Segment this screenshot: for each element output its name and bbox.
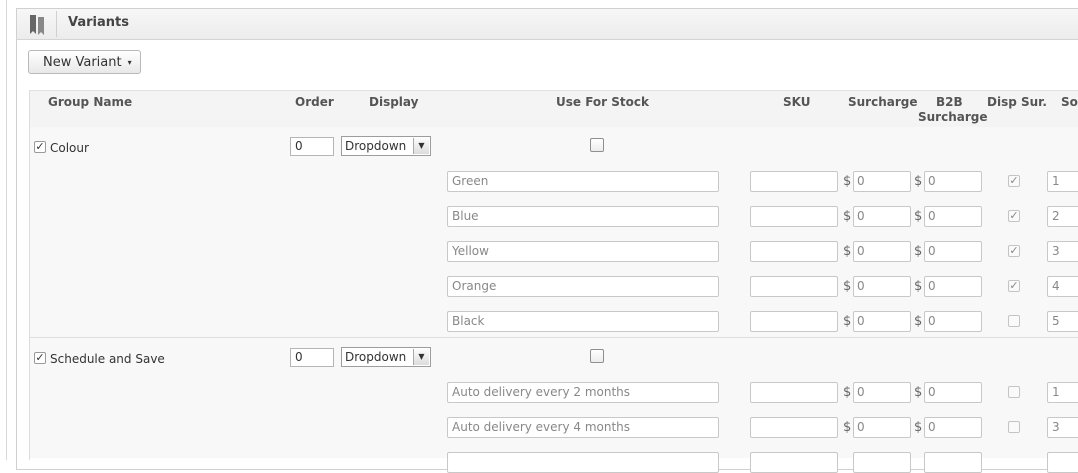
currency-symbol: $ (843, 314, 852, 329)
col-sort: Sor (1061, 95, 1078, 109)
b2b-surcharge-input[interactable]: 0 (924, 417, 982, 438)
disp-sur-checkbox[interactable] (1008, 386, 1020, 398)
bookmark-icon (30, 15, 44, 35)
surcharge-input[interactable]: 0 (853, 206, 911, 227)
surcharge-input[interactable]: 0 (853, 311, 911, 332)
sku-input[interactable] (750, 382, 838, 403)
col-use-for-stock: Use For Stock (556, 95, 649, 109)
variant-name-input[interactable]: Yellow (447, 241, 719, 262)
display-select[interactable]: Dropdown ▼ (341, 347, 431, 367)
currency-symbol: $ (843, 279, 852, 294)
surcharge-input[interactable]: 0 (853, 417, 911, 438)
currency-symbol: $ (914, 209, 923, 224)
use-for-stock-checkbox[interactable] (590, 138, 604, 152)
variant-name-input[interactable] (447, 452, 719, 473)
chevron-down-icon: ▼ (413, 349, 429, 365)
b2b-surcharge-input[interactable]: 0 (924, 382, 982, 403)
order-input[interactable]: 0 (290, 348, 334, 367)
surcharge-input[interactable]: 0 (853, 171, 911, 192)
order-input[interactable]: 0 (290, 137, 334, 156)
col-disp-sur: Disp Sur. (987, 95, 1047, 109)
header-divider (56, 11, 57, 37)
col-b2b-line2: Surcharge (918, 110, 988, 124)
sort-input[interactable]: 1 (1047, 171, 1078, 192)
display-select[interactable]: Dropdown ▼ (341, 136, 431, 156)
panel-header (17, 9, 1078, 40)
currency-symbol: $ (914, 244, 923, 259)
sort-input[interactable] (1047, 452, 1078, 473)
panel-title: Variants (68, 15, 129, 30)
sort-input[interactable]: 4 (1047, 276, 1078, 297)
sku-input[interactable] (750, 417, 838, 438)
currency-symbol: $ (843, 174, 852, 189)
disp-sur-checkbox[interactable]: ✓ (1008, 245, 1020, 257)
group-name: Colour (50, 141, 89, 155)
col-sku: SKU (783, 95, 811, 109)
col-surcharge: Surcharge (848, 95, 918, 109)
display-select-value: Dropdown (345, 350, 407, 364)
variant-name-input[interactable]: Blue (447, 206, 719, 227)
group-name: Schedule and Save (50, 352, 165, 366)
disp-sur-checkbox[interactable]: ✓ (1008, 280, 1020, 292)
chevron-down-icon: ▾ (127, 57, 132, 67)
variant-name-input[interactable]: Auto delivery every 4 months (447, 417, 719, 438)
currency-symbol: $ (914, 174, 923, 189)
currency-symbol: $ (843, 209, 852, 224)
currency-symbol: $ (843, 244, 852, 259)
currency-symbol: $ (914, 314, 923, 329)
b2b-surcharge-input[interactable]: 0 (924, 206, 982, 227)
col-display: Display (369, 95, 419, 109)
sort-input[interactable]: 3 (1047, 241, 1078, 262)
sort-input[interactable]: 2 (1047, 206, 1078, 227)
currency-symbol: $ (914, 279, 923, 294)
currency-symbol: $ (843, 420, 852, 435)
table-left-border (29, 90, 30, 460)
surcharge-input[interactable]: 0 (853, 382, 911, 403)
display-select-value: Dropdown (345, 139, 407, 153)
b2b-surcharge-input[interactable]: 0 (924, 241, 982, 262)
surcharge-input[interactable] (853, 452, 911, 473)
b2b-surcharge-input[interactable]: 0 (924, 276, 982, 297)
sku-input[interactable] (750, 241, 838, 262)
sort-input[interactable]: 5 (1047, 311, 1078, 332)
group-colour (29, 127, 1078, 337)
sku-input[interactable] (750, 311, 838, 332)
surcharge-input[interactable]: 0 (853, 241, 911, 262)
sort-input[interactable]: 3 (1047, 417, 1078, 438)
col-group-name: Group Name (48, 95, 133, 109)
currency-symbol: $ (843, 385, 852, 400)
new-variant-button[interactable]: New Variant ▾ (28, 50, 141, 74)
use-for-stock-checkbox[interactable] (590, 349, 604, 363)
disp-sur-checkbox[interactable] (1008, 421, 1020, 433)
sku-input[interactable] (750, 276, 838, 297)
sku-input[interactable] (750, 171, 838, 192)
variant-name-input[interactable]: Green (447, 171, 719, 192)
disp-sur-checkbox[interactable] (1008, 315, 1020, 327)
currency-symbol: $ (914, 420, 923, 435)
variant-name-input[interactable]: Orange (447, 276, 719, 297)
currency-symbol: $ (914, 385, 923, 400)
b2b-surcharge-input[interactable] (924, 452, 982, 473)
chevron-down-icon: ▼ (413, 138, 429, 154)
variant-name-input[interactable]: Black (447, 311, 719, 332)
disp-sur-checkbox[interactable]: ✓ (1008, 210, 1020, 222)
disp-sur-checkbox[interactable]: ✓ (1008, 175, 1020, 187)
variant-name-input[interactable]: Auto delivery every 2 months (447, 382, 719, 403)
sku-input[interactable] (750, 452, 838, 473)
surcharge-input[interactable]: 0 (853, 276, 911, 297)
b2b-surcharge-input[interactable]: 0 (924, 171, 982, 192)
group-checkbox[interactable]: ✓ (34, 352, 46, 364)
sort-input[interactable]: 1 (1047, 382, 1078, 403)
new-variant-label: New Variant (43, 54, 122, 70)
sku-input[interactable] (750, 206, 838, 227)
b2b-surcharge-input[interactable]: 0 (924, 311, 982, 332)
col-b2b-line1: B2B (936, 95, 963, 109)
col-order: Order (295, 95, 334, 109)
group-checkbox[interactable]: ✓ (34, 141, 46, 153)
